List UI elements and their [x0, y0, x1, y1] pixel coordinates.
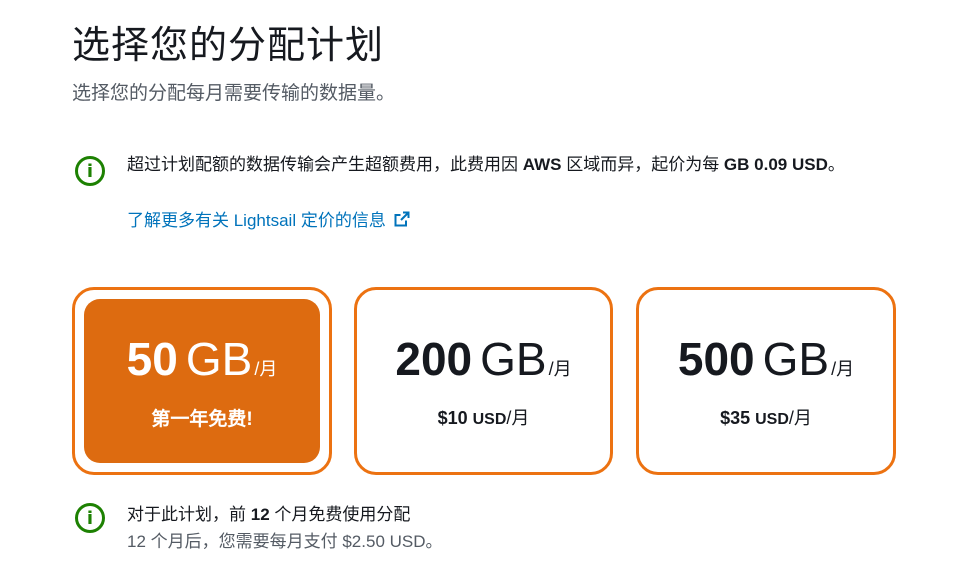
plan-notice-line1: 对于此计划，前 12 个月免费使用分配	[127, 505, 411, 524]
plan-size: 500 GB /月	[677, 333, 855, 385]
plan-price: $10 USD/月	[437, 408, 530, 428]
info-icon: i	[75, 503, 105, 533]
plan-card-500gb[interactable]: 500 GB /月 $35 USD/月	[636, 287, 896, 475]
plan-price: $35 USD/月	[720, 408, 812, 428]
pricing-info-link[interactable]: 了解更多有关 Lightsail 定价的信息	[127, 206, 410, 231]
plan-card-inner: 500 GB /月 $35 USD/月	[639, 290, 893, 472]
external-link-icon	[394, 211, 410, 226]
plan-card-50gb[interactable]: 50 GB /月 第一年免费!	[72, 287, 332, 475]
plan-notice-line2: 12 个月后，您需要每月支付 $2.50 USD。	[127, 532, 443, 551]
plan-free-note: 第一年免费!	[151, 408, 253, 430]
plan-card-200gb[interactable]: 200 GB /月 $10 USD/月	[354, 287, 613, 475]
plan-size: 200 GB /月	[395, 333, 572, 385]
plan-size: 50 GB /月	[126, 332, 278, 385]
plan-card-inner: 200 GB /月 $10 USD/月	[357, 290, 610, 472]
info-icon: i	[75, 156, 105, 186]
overage-notice-text: 超过计划配额的数据传输会产生超额费用，此费用因 AWS 区域而异，起价为每 GB…	[127, 155, 845, 174]
page-subtitle: 选择您的分配每月需要传输的数据量。	[72, 83, 396, 104]
page-title: 选择您的分配计划	[72, 25, 385, 67]
plan-card-inner: 50 GB /月 第一年免费!	[84, 299, 320, 463]
